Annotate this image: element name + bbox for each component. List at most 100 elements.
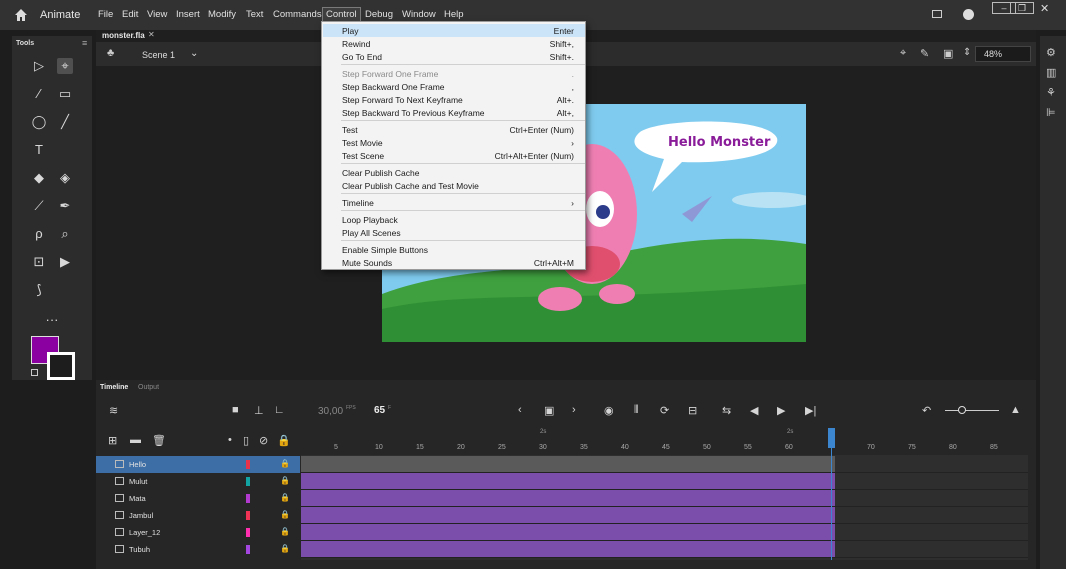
close-tab-icon[interactable]: ✕ [148,30,155,39]
menu-item-mute-sounds[interactable]: Mute Sounds Ctrl+Alt+M [323,256,585,269]
panel-menu-icon[interactable]: ≡ [82,38,87,48]
layers-icon[interactable]: ≋ [109,404,118,417]
properties-icon[interactable]: ⚙ [1046,46,1056,59]
layer-row[interactable]: Layer_12 🔒 [96,524,300,541]
clip-stage-icon[interactable]: ▣ [943,47,953,60]
more-tools-icon[interactable]: ··· [44,312,60,328]
rewind-icon[interactable]: ◀ [750,404,758,417]
outline-icon[interactable]: ▯ [243,434,249,447]
zoom-field[interactable]: 48% [975,46,1031,62]
prev-frame-icon[interactable]: ‹ [518,404,522,416]
edit-multiple-icon[interactable]: ⫴ [634,404,639,417]
layer-row[interactable]: Jambul 🔒 [96,507,300,524]
assets-icon[interactable]: ⚘ [1046,86,1056,99]
layer-row[interactable]: Tubuh 🔒 [96,541,300,558]
keyframe-icon[interactable]: ⊟ [688,404,697,417]
menu-item-step-backward[interactable]: Step Backward One Frame, [323,80,585,93]
menu-item-clear-cache-test[interactable]: Clear Publish Cache and Test Movie [323,179,585,192]
scene-label[interactable]: Scene 1 [142,50,175,60]
close-window-button[interactable]: ✕ [1040,2,1049,15]
lock-icon[interactable]: 🔒 [280,493,290,502]
tween-span[interactable] [301,473,835,489]
document-tab[interactable]: monster.fla [102,31,145,40]
lock-icon[interactable]: 🔒 [280,459,290,468]
menu-item-step-forward[interactable]: Step Forward One Frame. [323,67,585,80]
menu-debug[interactable]: Debug [362,9,396,20]
frame-row[interactable] [301,507,1028,524]
menu-item-enable-simple-buttons[interactable]: Enable Simple Buttons [323,243,585,256]
lock-all-icon[interactable]: 🔒 [277,434,291,447]
menu-item-clear-publish-cache[interactable]: Clear Publish Cache [323,166,585,179]
camera-icon[interactable]: ■ [232,404,239,416]
align-icon[interactable]: ⊫ [1046,106,1056,119]
menu-insert[interactable]: Insert [173,9,203,20]
playhead[interactable] [828,428,835,560]
tween-span[interactable] [301,541,835,557]
tween-span[interactable] [301,490,835,506]
visibility-icon[interactable]: ⊘ [259,434,268,447]
new-folder-icon[interactable]: ▬ [130,434,141,446]
eraser-tool-icon[interactable]: ◈ [57,170,73,186]
bone-tool-icon[interactable]: ⟆ [31,282,47,298]
chevron-down-icon[interactable]: ⌄ [190,48,198,59]
rectangle-tool-icon[interactable]: ▭ [57,86,73,102]
arrow-tool-icon[interactable]: ▶ [57,254,73,270]
go-to-end-icon[interactable]: ▶| [805,404,816,417]
menu-help[interactable]: Help [441,9,467,20]
frame-zoom-slider[interactable] [945,410,999,411]
zoom-tool-icon[interactable]: ⌕ [57,226,73,242]
menu-modify[interactable]: Modify [205,9,239,20]
menu-item-rewind[interactable]: Rewind Shift+, [323,37,585,50]
lock-icon[interactable]: 🔒 [280,510,290,519]
next-frame-icon[interactable]: › [572,404,576,416]
menu-item-play-all-scenes[interactable]: Play All Scenes [323,226,585,239]
menu-file[interactable]: File [95,9,116,20]
layer-color-swatch[interactable] [246,494,250,503]
tween-span[interactable] [301,507,835,523]
fit-frames-icon[interactable]: ↶ [922,404,931,417]
lock-icon[interactable]: 🔒 [280,527,290,536]
layer-color-swatch[interactable] [246,477,250,486]
layer-color-swatch[interactable] [246,460,250,469]
workspace-icon[interactable] [932,10,942,18]
text-tool-icon[interactable]: T [31,142,47,158]
highlight-icon[interactable]: • [228,434,232,446]
menu-control[interactable]: Control [322,7,361,22]
current-frame[interactable]: 65 [374,405,385,416]
oval-tool-icon[interactable]: ◯ [31,114,47,130]
delete-layer-icon[interactable]: 🗑 [152,434,166,447]
frame-row[interactable] [301,456,1028,473]
lock-icon[interactable]: 🔒 [280,544,290,553]
tab-output[interactable]: Output [138,384,159,391]
subselection-tool-icon[interactable]: ⌖ [57,58,73,74]
eyedropper-icon[interactable]: ⟋ [31,198,47,214]
layer-color-swatch[interactable] [246,511,250,520]
menu-item-go-to-end[interactable]: Go To End Shift+. [323,50,585,63]
free-transform-icon[interactable]: ⊡ [31,254,47,270]
brush-tool-icon[interactable]: ∕ [31,86,47,102]
library-icon[interactable]: ▥ [1046,66,1056,79]
frame-row[interactable] [301,524,1028,541]
selection-tool-icon[interactable]: ▷ [31,58,47,74]
zoom-stepper-icon[interactable]: ⇕ [963,47,971,58]
menu-item-test-scene[interactable]: Test Scene Ctrl+Alt+Enter (Num) [323,149,585,162]
layer-color-swatch[interactable] [246,528,250,537]
menu-item-loop-playback[interactable]: Loop Playback [323,213,585,226]
menu-view[interactable]: View [144,9,170,20]
menu-item-next-keyframe[interactable]: Step Forward To Next Keyframe Alt+. [323,93,585,106]
frame-zoom-handle[interactable] [958,406,966,414]
lock-icon[interactable]: 🔒 [280,476,290,485]
menu-item-prev-keyframe[interactable]: Step Backward To Previous Keyframe Alt+, [323,106,585,119]
layer-row[interactable]: Mata 🔒 [96,490,300,507]
play-icon[interactable]: ▶ [777,404,785,417]
menu-item-play[interactable]: Play Enter [323,24,585,37]
parenting-icon[interactable]: ⊥ [254,404,264,417]
play-circle-icon[interactable] [963,9,974,20]
default-colors-icon[interactable] [31,369,38,376]
tween-icon[interactable]: ⟳ [660,404,669,417]
tab-timeline[interactable]: Timeline [100,384,128,391]
menu-item-test-movie[interactable]: Test Movie › [323,136,585,149]
menu-item-timeline[interactable]: Timeline › [323,196,585,209]
onion-skin-icon[interactable]: ◉ [604,404,614,417]
fps-value[interactable]: 30,00 [318,406,343,417]
